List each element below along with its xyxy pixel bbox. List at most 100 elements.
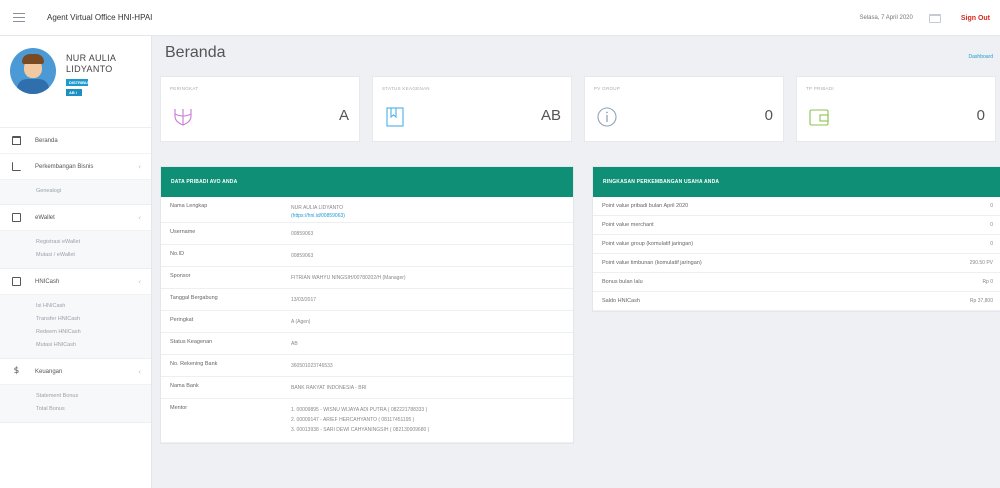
field-value-line: FITRIAN WAHYU NINGSIH/00780202/H (Manage… bbox=[291, 275, 406, 281]
personal-data-table: Nama Lengkap NUR AULIA LIDYANTO (https://h… bbox=[161, 197, 573, 443]
stat-value: A bbox=[338, 107, 349, 124]
submenu-item-redeem-hnicash[interactable]: Redeem HNICash bbox=[0, 326, 151, 339]
top-bar: Agent Virtual Office HNI-HPAI Selasa, 7 … bbox=[0, 0, 1000, 36]
table-row: No. Rekening Bank 360501023746533 bbox=[161, 355, 573, 377]
sidebar-item-hnicash[interactable]: HNICash ‹ bbox=[0, 269, 151, 295]
table-row: Tanggal Bergabung 13/03/2017 bbox=[161, 289, 573, 311]
top-right-tools: Selasa, 7 April 2020 Sign Out bbox=[859, 0, 990, 36]
submenu-item-mutasi-ewallet[interactable]: Mutasi / eWallet bbox=[0, 249, 151, 262]
field-value-line: 00859063 bbox=[291, 231, 314, 237]
chevron-icon: ‹ bbox=[138, 162, 141, 171]
user-profile: NUR AULIA LIDYANTO DISTRIBUTOR AB / A bbox=[0, 36, 151, 128]
sidebar-item-label: Perkembangan Bisnis bbox=[35, 163, 94, 170]
field-value: 00859063 bbox=[291, 251, 573, 266]
bookmark-icon bbox=[386, 107, 404, 127]
calendar-icon[interactable] bbox=[928, 13, 941, 23]
stat-label: TP PRIBADI bbox=[806, 86, 834, 91]
field-label: Nama Lengkap bbox=[170, 203, 208, 209]
field-value: A (Agen) bbox=[291, 317, 573, 332]
sign-out-link[interactable]: Sign Out bbox=[961, 15, 990, 22]
sidebar-item-ewallet[interactable]: eWallet ‹ bbox=[0, 205, 151, 231]
submenu-item-mutasi-hnicash[interactable]: Mutasi HNICash bbox=[0, 339, 151, 352]
wallet-icon bbox=[809, 109, 829, 126]
card-icon bbox=[12, 277, 21, 286]
table-row: Point value group (komulatif jaringan) 0 bbox=[593, 235, 1000, 254]
field-value: 13/03/2017 bbox=[291, 295, 573, 310]
summary-label: Point value group (komulatif jaringan) bbox=[602, 241, 694, 247]
avatar bbox=[10, 48, 56, 94]
stat-card-pv-group: PV GROUP 0 bbox=[584, 76, 784, 142]
table-row: Saldo HNICash Rp 37,800 bbox=[593, 292, 1000, 311]
status-badge: AB / A bbox=[66, 89, 82, 102]
table-row: Nama Lengkap NUR AULIA LIDYANTO (https://h… bbox=[161, 197, 573, 223]
field-label: No.ID bbox=[170, 251, 185, 257]
sidebar-item-keuangan[interactable]: $ Keuangan ‹ bbox=[0, 359, 151, 385]
page-title: Beranda bbox=[165, 44, 226, 61]
sidebar-item-label: Keuangan bbox=[35, 368, 63, 375]
submenu-keuangan: Statement Bonus Total Bonus bbox=[0, 385, 151, 423]
referral-link[interactable]: (https://hni.id/00859063) bbox=[291, 213, 573, 219]
sidebar-item-beranda[interactable]: Beranda bbox=[0, 128, 151, 154]
personal-data-panel: DATA PRIBADI AVO ANDA Nama Lengkap NUR AU… bbox=[160, 166, 574, 444]
submenu-item-statement-bonus[interactable]: Statement Bonus bbox=[0, 390, 151, 403]
field-label: Peringkat bbox=[170, 317, 194, 323]
role-badge: DISTRIBUTOR bbox=[66, 79, 96, 86]
business-summary-panel: RINGKASAN PERKEMBANGAN USAHA ANDA Point … bbox=[592, 166, 1000, 312]
field-value: BANK RAKYAT INDONESIA - BRI bbox=[291, 383, 573, 398]
stat-value: AB bbox=[540, 107, 561, 124]
field-value-line: AB bbox=[291, 341, 298, 347]
home-icon bbox=[12, 136, 21, 145]
summary-value: 0 bbox=[990, 203, 993, 209]
field-label: Status Keagenan bbox=[170, 339, 213, 345]
chevron-icon: ‹ bbox=[138, 213, 141, 222]
summary-label: Saldo HNICash bbox=[602, 298, 640, 304]
submenu-item-total-bonus[interactable]: Total Bonus bbox=[0, 403, 151, 416]
sidebar-item-label: eWallet bbox=[35, 214, 55, 221]
chevron-icon: ‹ bbox=[138, 277, 141, 286]
field-label: Sponsor bbox=[170, 273, 191, 279]
breadcrumb-dashboard-link[interactable]: Dashboard bbox=[969, 54, 993, 60]
table-row: Point value merchant 0 bbox=[593, 216, 1000, 235]
table-row: Peringkat A (Agen) bbox=[161, 311, 573, 333]
field-value: 360501023746533 bbox=[291, 361, 573, 376]
summary-label: Point value merchant bbox=[602, 222, 654, 228]
sidebar: NUR AULIA LIDYANTO DISTRIBUTOR AB / A Be… bbox=[0, 36, 152, 488]
field-label: Mentor bbox=[170, 405, 188, 411]
chevron-icon: ‹ bbox=[138, 367, 141, 376]
submenu-item-registrasi-ewallet[interactable]: Registrasi eWallet bbox=[0, 236, 151, 249]
table-row: Mentor 1. 00009895 - WISNU WIJAYA ADI PUT… bbox=[161, 399, 573, 443]
submenu-item-isi-hnicash[interactable]: Isi HNICash bbox=[0, 300, 151, 313]
table-row: Username 00859063 bbox=[161, 223, 573, 245]
field-value: 00859063 bbox=[291, 229, 573, 244]
current-date: Selasa, 7 April 2020 bbox=[859, 15, 913, 21]
field-value-line: BANK RAKYAT INDONESIA - BRI bbox=[291, 385, 367, 391]
info-icon bbox=[597, 107, 617, 127]
table-row: Status Keagenan AB bbox=[161, 333, 573, 355]
table-row: Nama Bank BANK RAKYAT INDONESIA - BRI bbox=[161, 377, 573, 399]
summary-value: 290.50 PV bbox=[969, 260, 993, 266]
field-value: AB bbox=[291, 339, 573, 354]
stat-label: STATUS KEAGENAN bbox=[382, 86, 430, 91]
field-label: No. Rekening Bank bbox=[170, 361, 218, 367]
sidebar-item-label: HNICash bbox=[35, 278, 60, 285]
field-label: Tanggal Bergabung bbox=[170, 295, 218, 301]
main-content: Beranda Dashboard PERINGKAT A STATUS KEA… bbox=[152, 36, 1000, 488]
sidebar-item-perkembangan-bisnis[interactable]: Perkembangan Bisnis ‹ bbox=[0, 154, 151, 180]
field-value-line: 1. 00009895 - WISNU WIJAYA ADI PUTRA ( 0… bbox=[291, 407, 428, 413]
table-row: Sponsor FITRIAN WAHYU NINGSIH/00780202/H … bbox=[161, 267, 573, 289]
stat-value: 0 bbox=[976, 107, 985, 124]
field-value-line: 13/03/2017 bbox=[291, 297, 317, 303]
app-title: Agent Virtual Office HNI-HPAI bbox=[47, 13, 153, 22]
stat-card-tp-pribadi: TP PRIBADI 0 bbox=[796, 76, 996, 142]
stat-card-status-keagenan: STATUS KEAGENAN AB bbox=[372, 76, 572, 142]
submenu-hnicash: Isi HNICash Transfer HNICash Redeem HNIC… bbox=[0, 295, 151, 359]
submenu-item-transfer-hnicash[interactable]: Transfer HNICash bbox=[0, 313, 151, 326]
field-value: FITRIAN WAHYU NINGSIH/00780202/H (Manage… bbox=[291, 273, 573, 288]
menu-toggle-icon[interactable] bbox=[13, 13, 25, 22]
trident-icon bbox=[174, 109, 192, 126]
summary-value: 0 bbox=[990, 222, 993, 228]
field-value-line: NUR AULIA LIDYANTO bbox=[291, 205, 344, 211]
submenu-item-genealogi[interactable]: Genealogi bbox=[0, 185, 151, 198]
submenu-perkembangan-bisnis: Genealogi bbox=[0, 180, 151, 205]
summary-label: Point value pribadi bulan April 2020 bbox=[602, 203, 689, 209]
